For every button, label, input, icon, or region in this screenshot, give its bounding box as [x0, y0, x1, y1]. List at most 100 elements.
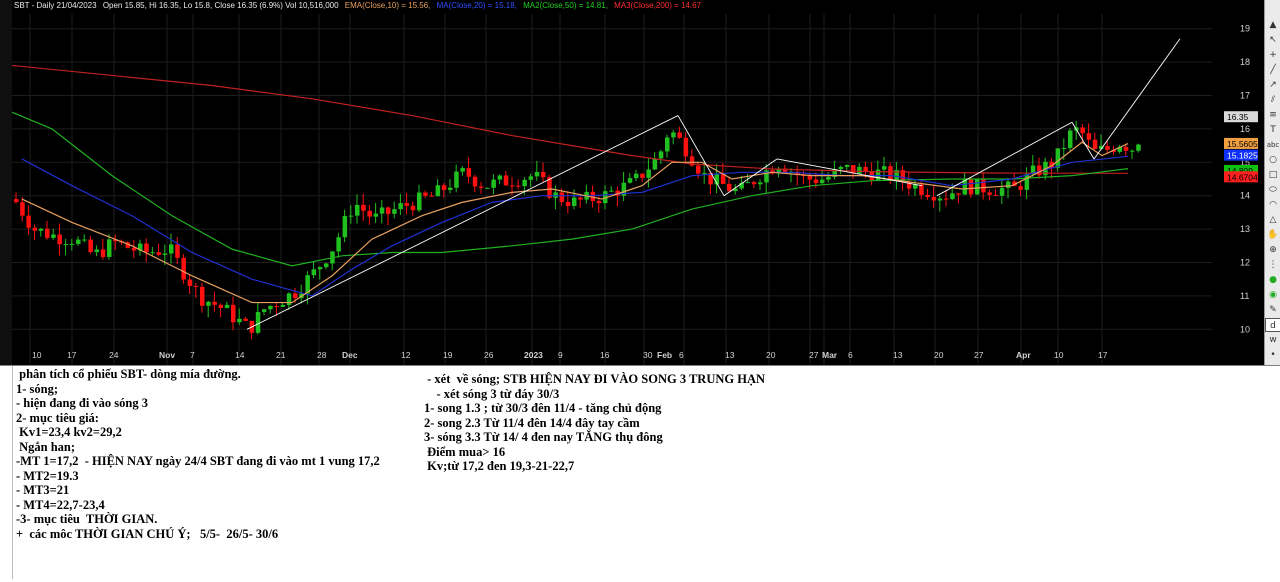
ray-icon[interactable]: ↗: [1265, 78, 1280, 92]
up-arrow-icon[interactable]: ▲: [1265, 18, 1280, 32]
trend-line: [246, 115, 679, 330]
candle-body: [20, 202, 25, 216]
note-line: 1- song 1.3 ; từ 30/3 đên 11/4 - tăng ch…: [424, 401, 662, 415]
candle-body: [745, 182, 751, 184]
candle-body: [187, 279, 193, 287]
date-axis-label: 30: [643, 350, 653, 360]
note-line: 3- sóng 3.3 Từ 14/ 4 đen nay TĂNG thụ đô…: [424, 430, 663, 444]
candle-body: [987, 192, 992, 195]
date-axis-label: 6: [679, 350, 684, 360]
candle-body: [1092, 139, 1098, 149]
candle-body: [336, 237, 341, 252]
candle-body: [950, 193, 955, 200]
candle-body: [522, 179, 527, 187]
price-chart[interactable]: 19 18 17 16 15 14 13 12 11 10 10 17 24 Nov 7 14 21 28 Dec 1…: [12, 0, 1264, 365]
abc-icon[interactable]: abc: [1265, 138, 1280, 152]
date-axis-label: 24: [109, 350, 119, 360]
w-icon[interactable]: w: [1265, 333, 1280, 347]
date-axis-label: 27: [809, 350, 819, 360]
rect-icon[interactable]: □: [1265, 168, 1280, 182]
candle-body: [1105, 145, 1110, 150]
candle-body: [503, 175, 509, 186]
candle-body: [379, 207, 385, 214]
date-axis-label: 9: [558, 350, 563, 360]
candle-body: [255, 312, 261, 333]
line-icon[interactable]: ╱: [1265, 63, 1280, 77]
cursor-icon[interactable]: ↖: [1265, 33, 1280, 47]
candle-body: [404, 203, 410, 206]
date-axis-label: Nov: [159, 350, 175, 360]
candle-body: [944, 198, 949, 200]
note-line: 2- mục tiêu giá:: [16, 410, 99, 425]
candle-body: [441, 185, 447, 190]
candle-body: [57, 234, 62, 245]
candle-body: [677, 132, 682, 138]
candle-body: [683, 137, 689, 157]
chart-header: SBT - Daily 21/04/2023 Open 15.85, Hi 16…: [14, 1, 705, 13]
candle-body: [317, 267, 323, 270]
candle-body: [1068, 130, 1073, 148]
candle-body: [417, 192, 422, 211]
d-icon[interactable]: d: [1265, 318, 1280, 332]
candle-body: [274, 306, 279, 308]
fib-icon[interactable]: ≡: [1265, 108, 1280, 122]
zoom-icon[interactable]: ⊕: [1265, 243, 1280, 257]
date-axis-label: 20: [934, 350, 944, 360]
candle-body: [181, 257, 186, 280]
candle-body: [466, 168, 472, 177]
ellipse-icon[interactable]: ⬭: [1265, 183, 1280, 197]
color-icon[interactable]: ●: [1265, 273, 1280, 287]
candle-body: [472, 176, 478, 187]
channel-icon[interactable]: ⫽: [1265, 93, 1280, 107]
candle-body: [150, 252, 155, 254]
candle-body: [144, 243, 149, 253]
price-axis-label: 14: [1240, 191, 1250, 201]
candle-body: [559, 192, 565, 202]
fill-icon[interactable]: ◉: [1265, 288, 1280, 302]
note-line: + các môc THỜI GIAN CHÚ Ý; 5/5- 26/5- 30…: [16, 526, 279, 541]
candle-body: [497, 175, 503, 180]
candle-body: [609, 190, 614, 192]
circle-icon[interactable]: ○: [1265, 153, 1280, 167]
candle-body: [454, 171, 459, 188]
candle-body: [231, 304, 236, 323]
date-axis-label: 14: [235, 350, 245, 360]
candle-body: [1080, 127, 1085, 134]
price-axis-label: 13: [1240, 224, 1250, 234]
candle-body: [286, 293, 292, 305]
candle-body: [200, 286, 205, 306]
trend-line: [1093, 38, 1181, 160]
candle-body: [931, 196, 937, 201]
candle-body: [578, 197, 583, 200]
candle-body: [999, 187, 1005, 196]
candle-body: [820, 179, 825, 184]
candle-body: [268, 306, 273, 310]
date-axis-label: 26: [484, 350, 494, 360]
text-icon[interactable]: T: [1265, 123, 1280, 137]
note-line: - xét sóng 3 từ đáy 30/3: [424, 386, 560, 401]
cross-icon[interactable]: +: [1265, 48, 1280, 62]
price-axis-label: 10: [1240, 324, 1250, 334]
dot-icon[interactable]: •: [1265, 348, 1280, 362]
indicator-ma200: MA3(Close,200) = 14.67: [614, 1, 702, 10]
candle-body: [541, 172, 546, 178]
candle-body: [448, 187, 453, 190]
hand-icon[interactable]: ✋: [1265, 228, 1280, 242]
candle-body: [94, 249, 100, 253]
candle-body: [479, 186, 484, 188]
arc-icon[interactable]: ◠: [1265, 198, 1280, 212]
candlestick-chart-svg[interactable]: 1918171615141312111010 17 24 Nov 7 14 21 28 Dec 1…: [12, 0, 1264, 365]
candle-body: [355, 204, 360, 216]
candle-body: [193, 286, 199, 288]
date-axis-label: 13: [725, 350, 735, 360]
triangle-icon[interactable]: △: [1265, 213, 1280, 227]
candle-body: [702, 172, 707, 174]
price-axis-label: 12: [1240, 258, 1250, 268]
pen-icon[interactable]: ✎: [1265, 303, 1280, 317]
candle-body: [937, 198, 943, 201]
date-axis-label: Feb: [657, 350, 672, 360]
price-tag-label: 15.5605: [1227, 139, 1258, 149]
candle-body: [63, 244, 69, 246]
candle-body: [844, 164, 850, 167]
more-icon[interactable]: ⋮: [1265, 258, 1280, 272]
